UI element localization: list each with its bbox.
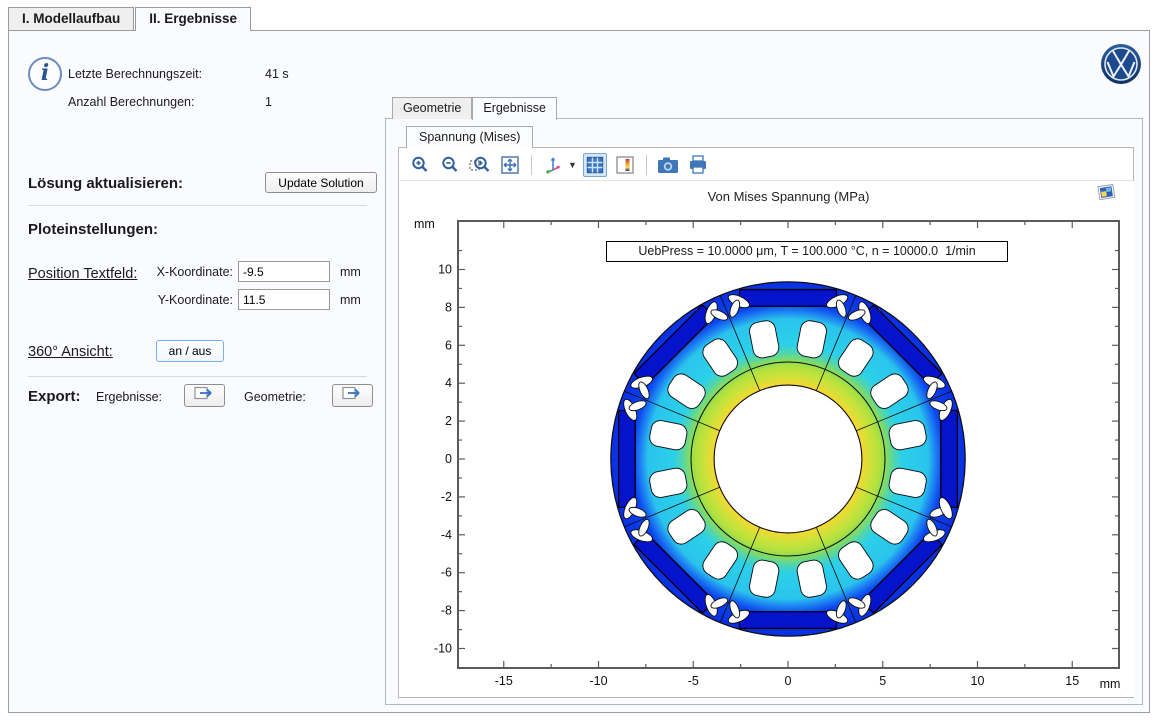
- snapshot-icon[interactable]: [656, 153, 680, 177]
- tab-modellaufbau[interactable]: I. Modellaufbau: [8, 7, 134, 30]
- x-coordinate-input[interactable]: [238, 261, 330, 282]
- x-axis-unit: mm: [1100, 677, 1121, 691]
- info-icon: i: [28, 57, 62, 91]
- viewer-tab-ergebnisse[interactable]: Ergebnisse: [472, 97, 557, 120]
- plot-annotation-box: UebPress = 10.0000 μm, T = 100.000 °C, n…: [606, 241, 1008, 262]
- solution-heading: Lösung aktualisieren:: [28, 175, 183, 192]
- divider: [28, 205, 367, 206]
- view-toggle-button[interactable]: an / aus: [156, 340, 224, 362]
- graphics-toolbar: ▼: [400, 149, 1132, 181]
- svg-text:-4: -4: [441, 528, 452, 542]
- plot-panel: ▼ Von Mises Spannung (MPa): [398, 147, 1134, 698]
- color-legend-toggle-icon[interactable]: [613, 153, 637, 177]
- export-geometry-button[interactable]: [332, 384, 373, 407]
- view-360-heading: 360° Ansicht:: [28, 344, 113, 360]
- vw-logo: [1100, 43, 1142, 85]
- print-icon[interactable]: [686, 153, 710, 177]
- last-computation-label: Letzte Berechnungszeit:: [68, 67, 202, 81]
- axis-orientation-dropdown-caret[interactable]: ▼: [568, 160, 577, 170]
- svg-text:-2: -2: [441, 490, 452, 504]
- x-coordinate-label: X-Koordinate:: [109, 265, 233, 279]
- export-icon: [194, 386, 216, 405]
- svg-text:4: 4: [445, 376, 452, 390]
- x-coordinate-unit: mm: [340, 265, 361, 279]
- svg-text:-10: -10: [434, 642, 452, 656]
- svg-text:8: 8: [445, 300, 452, 314]
- last-computation-value: 41 s: [265, 67, 289, 81]
- svg-text:-5: -5: [688, 674, 699, 688]
- axis-orientation-icon[interactable]: [541, 153, 565, 177]
- rotor-cross-section: [611, 282, 965, 636]
- svg-text:10: 10: [971, 674, 985, 688]
- y-coordinate-input[interactable]: [238, 289, 330, 310]
- divider: [28, 376, 367, 377]
- zoom-extents-icon[interactable]: [498, 153, 522, 177]
- grid-toggle-icon[interactable]: [583, 153, 607, 177]
- plot-settings-heading: Ploteinstellungen:: [28, 221, 158, 238]
- export-results-button[interactable]: [184, 384, 225, 407]
- export-geometry-label: Geometrie:: [244, 390, 306, 404]
- export-icon: [342, 386, 364, 405]
- main-tab-bar: I. Modellaufbau II. Ergebnisse: [8, 7, 252, 30]
- y-coordinate-unit: mm: [340, 293, 361, 307]
- tab-ergebnisse[interactable]: II. Ergebnisse: [135, 7, 251, 31]
- svg-text:6: 6: [445, 338, 452, 352]
- y-coordinate-label: Y-Koordinate:: [109, 293, 233, 307]
- svg-text:15: 15: [1065, 674, 1079, 688]
- graphics-canvas[interactable]: Von Mises Spannung (MPa) -15-10-50510151…: [400, 181, 1134, 697]
- update-solution-button[interactable]: Update Solution: [265, 172, 377, 193]
- application-window: I. Modellaufbau II. Ergebnisse i Letzte …: [0, 0, 1158, 724]
- plot-tab-spannung-mises[interactable]: Spannung (Mises): [406, 126, 533, 148]
- zoom-out-icon[interactable]: [438, 153, 462, 177]
- svg-text:-15: -15: [495, 674, 513, 688]
- export-results-label: Ergebnisse:: [96, 390, 162, 404]
- toolbar-separator: [646, 155, 647, 175]
- viewer-tab-bar: Geometrie Ergebnisse: [392, 97, 557, 119]
- svg-text:5: 5: [879, 674, 886, 688]
- toolbar-separator: [531, 155, 532, 175]
- computation-count-value: 1: [265, 95, 272, 109]
- export-heading: Export:: [28, 388, 81, 405]
- svg-text:0: 0: [785, 674, 792, 688]
- viewer-tab-geometrie[interactable]: Geometrie: [392, 97, 472, 119]
- svg-text:0: 0: [445, 452, 452, 466]
- y-axis-unit: mm: [414, 217, 435, 231]
- svg-text:2: 2: [445, 414, 452, 428]
- svg-text:-10: -10: [589, 674, 607, 688]
- svg-text:-6: -6: [441, 566, 452, 580]
- zoom-in-icon[interactable]: [408, 153, 432, 177]
- main-content: i Letzte Berechnungszeit: 41 s Anzahl Be…: [8, 30, 1150, 713]
- zoom-box-icon[interactable]: [468, 153, 492, 177]
- svg-text:10: 10: [438, 263, 452, 277]
- svg-text:-8: -8: [441, 604, 452, 618]
- computation-count-label: Anzahl Berechnungen:: [68, 95, 194, 109]
